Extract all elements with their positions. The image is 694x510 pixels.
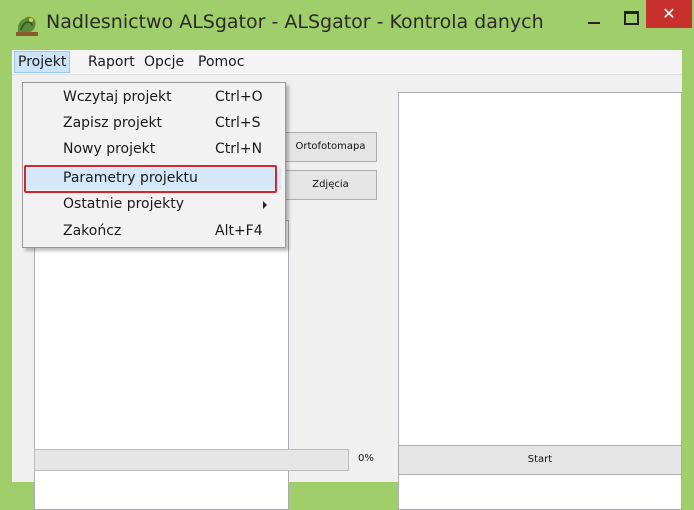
window-title: Nadlesnictwo ALSgator - ALSgator - Kontr… xyxy=(46,11,544,33)
menu-pomoc[interactable]: Pomoc xyxy=(195,52,247,72)
menu-bar: Projekt Raport Opcje Pomoc xyxy=(12,50,682,75)
ortofotomapa-button[interactable]: Ortofotomapa xyxy=(284,132,377,162)
menu-opcje[interactable]: Opcje xyxy=(141,52,187,72)
menu-item-nowy-projekt[interactable]: Nowy projekt Ctrl+N xyxy=(25,139,281,161)
minimize-icon xyxy=(588,22,600,24)
menu-item-zakoncz[interactable]: Zakończ Alt+F4 xyxy=(25,221,281,243)
menu-item-label: Ostatnie projekty xyxy=(63,196,184,212)
title-bar[interactable]: Nadlesnictwo ALSgator - ALSgator - Kontr… xyxy=(0,0,694,50)
progress-bar xyxy=(34,449,349,471)
submenu-arrow-icon xyxy=(263,201,267,209)
menu-item-label: Zapisz projekt xyxy=(63,115,163,131)
close-button[interactable]: ✕ xyxy=(646,0,692,28)
menu-item-zapisz-projekt[interactable]: Zapisz projekt Ctrl+S xyxy=(25,113,281,135)
menu-item-shortcut: Ctrl+N xyxy=(215,141,263,157)
highlight-annotation-box xyxy=(24,165,277,193)
menu-item-shortcut: Ctrl+S xyxy=(215,115,261,131)
app-window: Nadlesnictwo ALSgator - ALSgator - Kontr… xyxy=(0,0,694,510)
menu-item-shortcut: Ctrl+O xyxy=(215,89,263,105)
app-logo-icon xyxy=(16,16,38,36)
zdjecia-button[interactable]: Zdjęcia xyxy=(284,170,377,200)
menu-item-ostatnie-projekty[interactable]: Ostatnie projekty xyxy=(25,194,281,216)
maximize-button[interactable] xyxy=(616,4,646,34)
minimize-button[interactable] xyxy=(570,4,616,34)
menu-item-wczytaj-projekt[interactable]: Wczytaj projekt Ctrl+O xyxy=(25,87,281,109)
menu-item-label: Nowy projekt xyxy=(63,141,156,157)
progress-percent: 0% xyxy=(358,453,374,464)
maximize-icon xyxy=(624,11,639,25)
menu-item-shortcut: Alt+F4 xyxy=(215,223,263,239)
close-icon: ✕ xyxy=(662,4,676,23)
menu-item-label: Wczytaj projekt xyxy=(63,89,172,105)
menu-raport[interactable]: Raport xyxy=(85,52,138,72)
menu-item-label: Zakończ xyxy=(63,223,122,239)
start-button[interactable]: Start xyxy=(398,445,682,475)
menu-projekt[interactable]: Projekt xyxy=(14,51,71,73)
